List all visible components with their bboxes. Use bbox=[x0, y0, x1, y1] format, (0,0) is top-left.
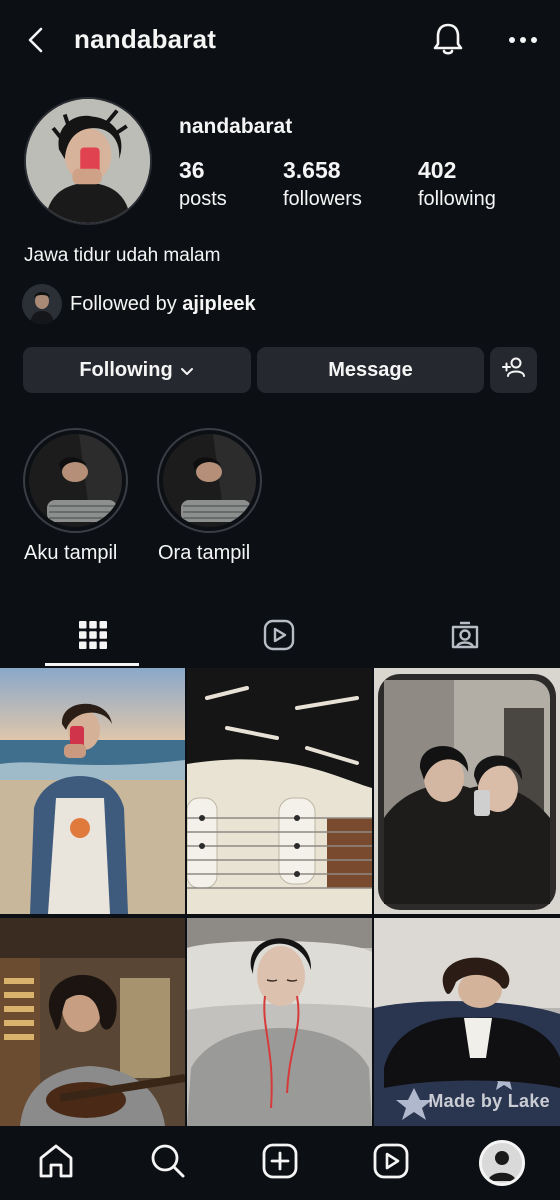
profile-avatar[interactable] bbox=[24, 97, 152, 225]
grid-icon bbox=[78, 620, 108, 655]
highlight-label: Aku tampil bbox=[24, 542, 118, 564]
add-user-icon bbox=[501, 355, 527, 385]
post-thumbnail[interactable] bbox=[374, 668, 560, 914]
followed-by-text: Followed by ajipleek bbox=[70, 293, 256, 316]
followed-by-user[interactable]: ajipleek bbox=[182, 293, 255, 315]
followers-count: 3.658 bbox=[283, 157, 341, 183]
active-tab-indicator bbox=[45, 663, 139, 666]
post-thumbnail[interactable]: Made by Lake bbox=[374, 918, 560, 1126]
message-button-label: Message bbox=[328, 358, 413, 381]
followed-by[interactable]: Followed by ajipleek bbox=[22, 284, 256, 324]
message-button[interactable]: Message bbox=[257, 347, 484, 393]
highlight-label: Ora tampil bbox=[158, 542, 251, 564]
back-icon[interactable] bbox=[22, 24, 52, 56]
mutual-follower-avatar bbox=[22, 284, 62, 324]
posts-count: 36 bbox=[179, 157, 205, 183]
tab-posts[interactable] bbox=[0, 608, 186, 666]
highlight-cover bbox=[163, 434, 256, 527]
profile-avatar-icon bbox=[479, 1140, 525, 1186]
post-thumbnail[interactable] bbox=[187, 918, 372, 1126]
profile-tabs bbox=[0, 608, 560, 666]
nav-home[interactable] bbox=[33, 1140, 79, 1186]
chevron-down-icon bbox=[179, 362, 195, 378]
profile-bio: Jawa tidur udah malam bbox=[24, 245, 221, 266]
bottom-navigation bbox=[0, 1126, 560, 1200]
posts-label: posts bbox=[179, 188, 227, 210]
nav-create[interactable] bbox=[257, 1140, 303, 1186]
suggested-users-button[interactable] bbox=[490, 347, 537, 393]
search-icon bbox=[148, 1141, 188, 1186]
following-count: 402 bbox=[418, 157, 457, 183]
following-button-label: Following bbox=[79, 358, 173, 381]
followers-stat[interactable]: 3.658 followers bbox=[283, 156, 362, 213]
following-label: following bbox=[418, 188, 496, 210]
post-thumbnail[interactable] bbox=[0, 668, 185, 914]
create-icon bbox=[260, 1141, 300, 1186]
followed-by-prefix: Followed by bbox=[70, 292, 183, 315]
following-stat[interactable]: 402 following bbox=[418, 156, 496, 213]
followers-label: followers bbox=[283, 188, 362, 210]
post-thumbnail[interactable] bbox=[0, 918, 185, 1126]
reels-icon bbox=[262, 618, 296, 657]
home-icon bbox=[36, 1141, 76, 1186]
nav-reels[interactable] bbox=[368, 1140, 414, 1186]
more-options-icon[interactable] bbox=[505, 26, 541, 54]
story-highlight[interactable] bbox=[23, 428, 128, 533]
post-thumbnail[interactable] bbox=[187, 668, 372, 914]
bell-icon[interactable] bbox=[430, 20, 466, 58]
profile-username: nandabarat bbox=[179, 115, 293, 138]
nav-profile[interactable] bbox=[479, 1140, 525, 1186]
tab-tagged[interactable] bbox=[372, 608, 558, 666]
tagged-icon bbox=[448, 618, 482, 657]
posts-grid: Made by Lake bbox=[0, 668, 560, 1126]
tab-reels[interactable] bbox=[186, 608, 372, 666]
top-bar: nandabarat bbox=[0, 0, 560, 82]
page-title: nandabarat bbox=[74, 24, 217, 54]
highlight-cover bbox=[29, 434, 122, 527]
watermark-text: Made by Lake bbox=[428, 1091, 550, 1111]
nav-search[interactable] bbox=[145, 1140, 191, 1186]
story-highlight[interactable] bbox=[157, 428, 262, 533]
posts-stat[interactable]: 36 posts bbox=[179, 156, 227, 213]
reels-icon bbox=[371, 1141, 411, 1186]
following-button[interactable]: Following bbox=[23, 347, 251, 393]
